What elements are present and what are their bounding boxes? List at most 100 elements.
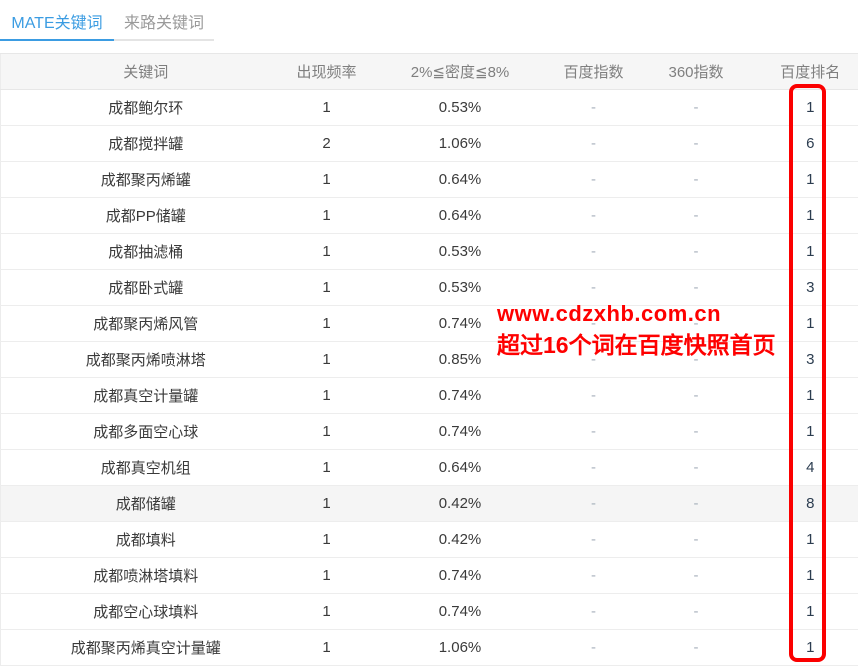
cell-density: 0.42% [363, 486, 558, 522]
cell-density: 0.74% [363, 306, 558, 342]
table-row[interactable]: 成都搅拌罐21.06%--6 [1, 126, 858, 162]
cell-keyword: 成都聚丙烯罐 [1, 162, 291, 198]
table-row[interactable]: 成都聚丙烯真空计量罐11.06%--1 [1, 630, 858, 666]
cell-baidu-index: - [558, 594, 630, 630]
column-header-360-index: 360指数 [630, 54, 763, 90]
cell-baidu-index: - [558, 306, 630, 342]
column-header-baidu-rank: 百度排名 [763, 54, 858, 90]
cell-so360-index: - [630, 270, 763, 306]
table-row[interactable]: 成都填料10.42%--1 [1, 522, 858, 558]
table-row[interactable]: 成都聚丙烯罐10.64%--1 [1, 162, 858, 198]
cell-density: 0.53% [363, 90, 558, 126]
cell-density: 0.42% [363, 522, 558, 558]
table-row[interactable]: 成都卧式罐10.53%--3 [1, 270, 858, 306]
cell-keyword: 成都聚丙烯喷淋塔 [1, 342, 291, 378]
cell-density: 0.74% [363, 558, 558, 594]
cell-so360-index: - [630, 198, 763, 234]
cell-so360-index: - [630, 306, 763, 342]
cell-frequency: 1 [291, 198, 363, 234]
column-header-keyword: 关键词 [1, 54, 291, 90]
table-row[interactable]: 成都多面空心球10.74%--1 [1, 414, 858, 450]
cell-frequency: 1 [291, 270, 363, 306]
cell-baidu-rank: 1 [763, 90, 858, 126]
cell-baidu-index: - [558, 342, 630, 378]
table-row[interactable]: 成都喷淋塔填料10.74%--1 [1, 558, 858, 594]
cell-keyword: 成都抽滤桶 [1, 234, 291, 270]
table-row[interactable]: 成都聚丙烯风管10.74%--1 [1, 306, 858, 342]
cell-baidu-rank: 1 [763, 522, 858, 558]
cell-so360-index: - [630, 594, 763, 630]
column-header-baidu-index: 百度指数 [558, 54, 630, 90]
cell-baidu-index: - [558, 450, 630, 486]
tab-mate-keywords[interactable]: MATE关键词 [0, 4, 114, 41]
cell-baidu-index: - [558, 414, 630, 450]
cell-baidu-rank: 1 [763, 198, 858, 234]
table-row[interactable]: 成都聚丙烯喷淋塔10.85%--3 [1, 342, 858, 378]
cell-so360-index: - [630, 126, 763, 162]
cell-baidu-index: - [558, 162, 630, 198]
cell-baidu-index: - [558, 486, 630, 522]
cell-keyword: 成都鲍尔环 [1, 90, 291, 126]
table-row[interactable]: 成都鲍尔环10.53%--1 [1, 90, 858, 126]
cell-baidu-index: - [558, 234, 630, 270]
cell-frequency: 1 [291, 234, 363, 270]
table-row[interactable]: 成都真空机组10.64%--4 [1, 450, 858, 486]
cell-keyword: 成都储罐 [1, 486, 291, 522]
table-body: 成都鲍尔环10.53%--1成都搅拌罐21.06%--6成都聚丙烯罐10.64%… [1, 90, 858, 666]
column-header-frequency: 出现频率 [291, 54, 363, 90]
cell-so360-index: - [630, 414, 763, 450]
column-header-density: 2%≦密度≦8% [363, 54, 558, 90]
cell-frequency: 1 [291, 378, 363, 414]
cell-baidu-rank: 1 [763, 306, 858, 342]
cell-keyword: 成都空心球填料 [1, 594, 291, 630]
cell-baidu-index: - [558, 378, 630, 414]
cell-frequency: 1 [291, 486, 363, 522]
cell-frequency: 1 [291, 342, 363, 378]
cell-keyword: 成都卧式罐 [1, 270, 291, 306]
cell-frequency: 1 [291, 450, 363, 486]
cell-density: 1.06% [363, 126, 558, 162]
cell-baidu-rank: 6 [763, 126, 858, 162]
cell-baidu-rank: 3 [763, 342, 858, 378]
cell-density: 0.74% [363, 594, 558, 630]
cell-density: 0.85% [363, 342, 558, 378]
cell-keyword: 成都搅拌罐 [1, 126, 291, 162]
cell-density: 0.74% [363, 378, 558, 414]
cell-baidu-index: - [558, 630, 630, 666]
table-row[interactable]: 成都空心球填料10.74%--1 [1, 594, 858, 630]
cell-frequency: 1 [291, 558, 363, 594]
cell-keyword: 成都聚丙烯真空计量罐 [1, 630, 291, 666]
cell-baidu-rank: 3 [763, 270, 858, 306]
table-row[interactable]: 成都抽滤桶10.53%--1 [1, 234, 858, 270]
cell-so360-index: - [630, 486, 763, 522]
cell-baidu-rank: 1 [763, 558, 858, 594]
table-row[interactable]: 成都PP储罐10.64%--1 [1, 198, 858, 234]
cell-keyword: 成都多面空心球 [1, 414, 291, 450]
cell-baidu-index: - [558, 198, 630, 234]
cell-so360-index: - [630, 162, 763, 198]
cell-so360-index: - [630, 90, 763, 126]
tab-referral-keywords[interactable]: 来路关键词 [114, 4, 214, 41]
cell-keyword: 成都PP储罐 [1, 198, 291, 234]
cell-so360-index: - [630, 342, 763, 378]
cell-keyword: 成都喷淋塔填料 [1, 558, 291, 594]
cell-keyword: 成都真空计量罐 [1, 378, 291, 414]
cell-frequency: 1 [291, 594, 363, 630]
cell-density: 0.64% [363, 162, 558, 198]
cell-baidu-rank: 1 [763, 414, 858, 450]
cell-baidu-index: - [558, 126, 630, 162]
cell-baidu-rank: 1 [763, 378, 858, 414]
cell-baidu-rank: 4 [763, 450, 858, 486]
cell-baidu-index: - [558, 90, 630, 126]
cell-so360-index: - [630, 522, 763, 558]
cell-keyword: 成都真空机组 [1, 450, 291, 486]
cell-so360-index: - [630, 234, 763, 270]
table-row[interactable]: 成都真空计量罐10.74%--1 [1, 378, 858, 414]
cell-baidu-index: - [558, 270, 630, 306]
cell-frequency: 1 [291, 522, 363, 558]
table-row[interactable]: 成都储罐10.42%--8 [1, 486, 858, 522]
cell-frequency: 1 [291, 630, 363, 666]
cell-so360-index: - [630, 630, 763, 666]
cell-density: 0.74% [363, 414, 558, 450]
cell-baidu-rank: 1 [763, 162, 858, 198]
